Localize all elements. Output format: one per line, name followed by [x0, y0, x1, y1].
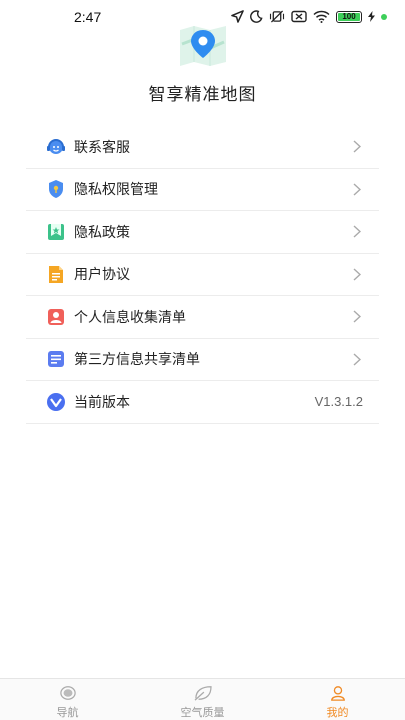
- chevron-right-icon: [353, 182, 361, 196]
- menu-item-label: 用户协议: [74, 267, 130, 284]
- list-icon: [46, 349, 66, 369]
- bookmark-icon: [46, 222, 66, 242]
- charging-bolt-icon: [368, 11, 375, 22]
- charging-indicator-icon: [381, 13, 387, 20]
- bottom-tab-bar: 导航 空气质量 我的: [0, 678, 405, 720]
- chevron-right-icon: [353, 140, 361, 153]
- wifi-icon: [313, 10, 330, 23]
- vibrate-off-icon: [269, 10, 285, 23]
- no-sim-icon: [291, 10, 307, 23]
- version-icon: [46, 392, 66, 412]
- menu-item-contact-support[interactable]: 联系客服: [26, 126, 379, 169]
- menu-item-label: 联系客服: [74, 139, 130, 156]
- menu-item-label: 个人信息收集清单: [74, 309, 186, 326]
- menu-item-privacy-policy[interactable]: 隐私政策: [26, 211, 379, 254]
- location-arrow-icon: [231, 10, 244, 23]
- chevron-right-icon: [353, 310, 361, 323]
- menu-item-privacy-permissions[interactable]: 隐私权限管理: [26, 169, 379, 211]
- chevron-right-icon: [353, 267, 361, 281]
- status-time: 2:47: [74, 9, 102, 25]
- tab-mine[interactable]: 我的: [270, 679, 405, 720]
- battery-icon: 100: [336, 10, 362, 23]
- headset-icon: [46, 137, 66, 157]
- tab-label: 空气质量: [180, 706, 225, 719]
- tab-navigation[interactable]: 导航: [0, 679, 135, 720]
- navigation-icon: [59, 686, 76, 700]
- person-card-icon: [46, 307, 66, 327]
- status-icons: 100: [231, 10, 387, 23]
- menu-item-label: 第三方信息共享清单: [74, 352, 200, 369]
- menu-item-user-agreement[interactable]: 用户协议: [26, 254, 379, 296]
- menu-item-label: 隐私权限管理: [74, 182, 158, 199]
- tab-air-quality[interactable]: 空气质量: [135, 679, 270, 720]
- menu-item-personal-info-list[interactable]: 个人信息收集清单: [26, 296, 379, 339]
- document-icon: [46, 264, 66, 284]
- chevron-right-icon: [353, 352, 361, 366]
- menu-item-third-party-sharing[interactable]: 第三方信息共享清单: [26, 339, 379, 381]
- app-logo-icon: [178, 24, 228, 68]
- moon-icon: [250, 10, 263, 23]
- app-title: 智享精准地图: [148, 85, 257, 105]
- leaf-icon: [194, 686, 212, 701]
- user-icon: [330, 686, 345, 701]
- tab-label: 我的: [326, 706, 349, 719]
- chevron-right-icon: [353, 225, 361, 238]
- menu-item-label: 隐私政策: [74, 224, 130, 241]
- battery-level: 100: [342, 11, 356, 21]
- settings-menu: 联系客服 隐私权限管理 隐私政策 用户协议 个人信息收集清单 第三方信息共享清单…: [26, 126, 379, 424]
- menu-item-current-version[interactable]: 当前版本 V1.3.1.2: [26, 381, 379, 424]
- shield-icon: [46, 179, 66, 199]
- version-value: V1.3.1.2: [314, 394, 363, 410]
- menu-item-label: 当前版本: [74, 394, 130, 411]
- tab-label: 导航: [56, 706, 79, 719]
